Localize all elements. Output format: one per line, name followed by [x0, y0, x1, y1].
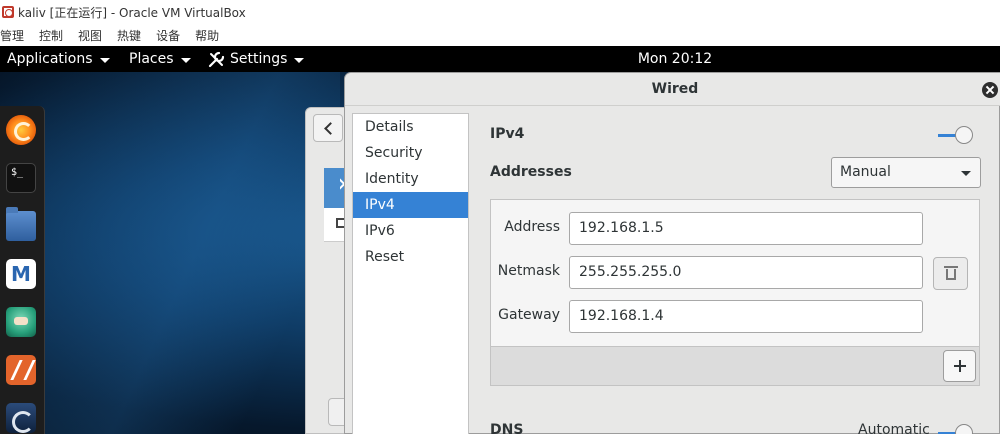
host-menu-devices[interactable]: 设备 — [156, 27, 180, 44]
add-address-button[interactable] — [943, 350, 976, 382]
gateway-field[interactable]: 192.168.1.4 — [569, 300, 923, 333]
ipv4-section-title: IPv4 — [490, 126, 525, 142]
delete-address-button[interactable] — [933, 257, 968, 290]
tab-details[interactable]: Details — [353, 114, 468, 140]
burpsuite-icon[interactable] — [6, 355, 36, 385]
host-menu-view[interactable]: 视图 — [78, 27, 102, 44]
metasploit-icon[interactable] — [6, 259, 36, 289]
dock: $_ — [0, 106, 45, 434]
ipv4-method-select[interactable]: Manual — [831, 157, 981, 188]
host-menubar: 管理 控制 视图 热键 设备 帮助 — [0, 24, 1000, 46]
applications-menu-label: Applications — [7, 51, 93, 67]
places-menu[interactable]: Places — [129, 46, 191, 72]
places-menu-label: Places — [129, 51, 174, 67]
chevron-down-icon — [180, 57, 191, 63]
gateway-label: Gateway — [498, 307, 560, 323]
tab-security[interactable]: Security — [353, 140, 468, 166]
host-menu-manage[interactable]: 管理 — [0, 27, 24, 44]
address-field[interactable]: 192.168.1.5 — [569, 212, 923, 245]
addresses-label: Addresses — [490, 164, 572, 180]
settings-menu-label: Settings — [230, 51, 288, 67]
back-button[interactable] — [313, 114, 343, 142]
address-list-footer — [490, 346, 980, 386]
close-icon[interactable] — [982, 82, 998, 98]
host-window-titlebar: kaliv [正在运行] - Oracle VM VirtualBox — [0, 0, 1000, 24]
netmask-label: Netmask — [497, 263, 560, 279]
tab-reset[interactable]: Reset — [353, 244, 468, 270]
firefox-icon[interactable] — [6, 115, 36, 145]
files-icon[interactable] — [6, 207, 36, 241]
chevron-down-icon — [961, 171, 971, 176]
dialog-sidebar: Details Security Identity IPv4 IPv6 Rese… — [352, 113, 469, 434]
dns-automatic-toggle[interactable] — [938, 423, 974, 434]
last-app-icon[interactable] — [6, 403, 36, 433]
applications-menu[interactable]: Applications — [7, 46, 110, 72]
dialog-title: Wired — [651, 81, 699, 97]
ipv4-method-value: Manual — [840, 164, 891, 180]
terminal-icon[interactable]: $_ — [6, 163, 36, 193]
tab-identity[interactable]: Identity — [353, 166, 468, 192]
tab-ipv4[interactable]: IPv4 — [353, 192, 468, 218]
guest-top-bar: Applications Places Settings Mon 20:12 — [0, 46, 1000, 72]
address-label: Address — [504, 219, 560, 235]
wired-dialog: Wired Details Security Identity IPv4 IPv… — [344, 72, 1000, 434]
host-menu-help[interactable]: 帮助 — [195, 27, 219, 44]
chevron-down-icon — [99, 57, 110, 63]
chevron-down-icon — [294, 57, 305, 63]
settings-menu[interactable]: Settings — [208, 46, 305, 72]
host-menu-control[interactable]: 控制 — [39, 27, 63, 44]
virtualbox-icon — [2, 6, 14, 18]
toggle-knob — [955, 424, 973, 434]
toggle-knob — [955, 126, 973, 144]
anime-app-icon[interactable] — [6, 307, 36, 337]
wrench-icon — [208, 51, 225, 67]
ipv4-toggle[interactable] — [938, 125, 974, 145]
dialog-header: Wired — [345, 73, 1000, 106]
host-menu-hotkeys[interactable]: 热键 — [117, 27, 141, 44]
netmask-field[interactable]: 255.255.255.0 — [569, 256, 923, 289]
host-window-title: kaliv [正在运行] - Oracle VM VirtualBox — [18, 5, 246, 20]
dns-mode-label: Automatic — [858, 422, 930, 434]
tab-ipv6[interactable]: IPv6 — [353, 218, 468, 244]
trash-icon — [946, 269, 956, 280]
dns-label: DNS — [490, 422, 524, 434]
